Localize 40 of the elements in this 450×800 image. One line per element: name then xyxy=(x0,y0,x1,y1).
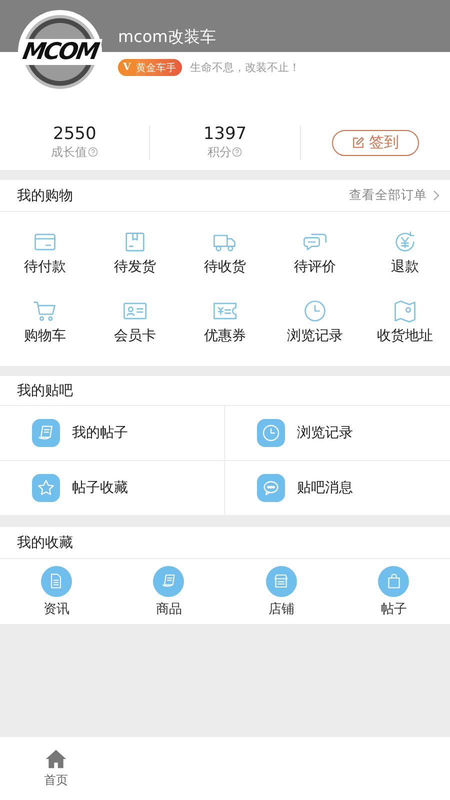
motto-text: 生命不息，改装不止！ xyxy=(190,60,300,75)
view-all-orders-link[interactable]: 查看全部订单 xyxy=(349,187,440,204)
level-badge: V 黄金车手 xyxy=(118,59,182,76)
shopping-menu-item[interactable]: 待发货 xyxy=(90,218,180,287)
message-icon xyxy=(261,478,281,498)
forum-menu-item[interactable]: 浏览记录 xyxy=(225,406,450,461)
forum-menu-item[interactable]: 帖子收藏 xyxy=(0,461,225,515)
shopping-menu-item[interactable]: 浏览记录 xyxy=(270,287,360,356)
forum-menu-item[interactable]: 贴吧消息 xyxy=(225,461,450,515)
favorite-menu-item[interactable]: 店铺 xyxy=(225,559,338,624)
user-name: mcom改装车 xyxy=(118,27,217,48)
star-icon xyxy=(36,478,56,498)
stat-value: 2550 xyxy=(53,124,96,144)
stat-value: 1397 xyxy=(203,124,247,144)
section-title: 我的购物 xyxy=(17,186,73,204)
favorite-menu-item[interactable]: 帖子 xyxy=(338,559,450,624)
shopping-menu-item[interactable]: 退款 xyxy=(360,218,450,287)
shopping-menu-item[interactable]: 待付款 xyxy=(0,218,90,287)
section-title: 我的收藏 xyxy=(17,534,73,552)
map-pin-icon xyxy=(392,298,418,324)
forum-menu-item[interactable]: 我的帖子 xyxy=(0,406,225,461)
edit-icon xyxy=(352,136,365,149)
favorite-menu-item[interactable]: 商品 xyxy=(112,559,225,624)
favorite-menu-item[interactable]: 资讯 xyxy=(0,559,112,624)
shopping-menu-item[interactable]: 待评价 xyxy=(270,218,360,287)
shopping-menu-item[interactable]: 优惠券 xyxy=(180,287,270,356)
stat-label: 积分 xyxy=(207,144,232,160)
section-title: 我的贴吧 xyxy=(17,382,73,400)
home-icon xyxy=(45,748,67,770)
clock-icon xyxy=(261,423,281,443)
shopping-menu-item[interactable]: 待收货 xyxy=(180,218,270,287)
chevron-right-icon xyxy=(433,190,440,201)
help-icon[interactable] xyxy=(232,147,242,157)
help-icon[interactable] xyxy=(88,147,98,157)
shop-icon xyxy=(272,572,290,590)
shopping-menu-item[interactable]: 购物车 xyxy=(0,287,90,356)
clock-icon xyxy=(302,298,328,324)
stat-label: 成长值 xyxy=(51,144,88,160)
shopping-menu-item[interactable]: 收货地址 xyxy=(360,287,450,356)
shopping-menu-item[interactable]: 会员卡 xyxy=(90,287,180,356)
